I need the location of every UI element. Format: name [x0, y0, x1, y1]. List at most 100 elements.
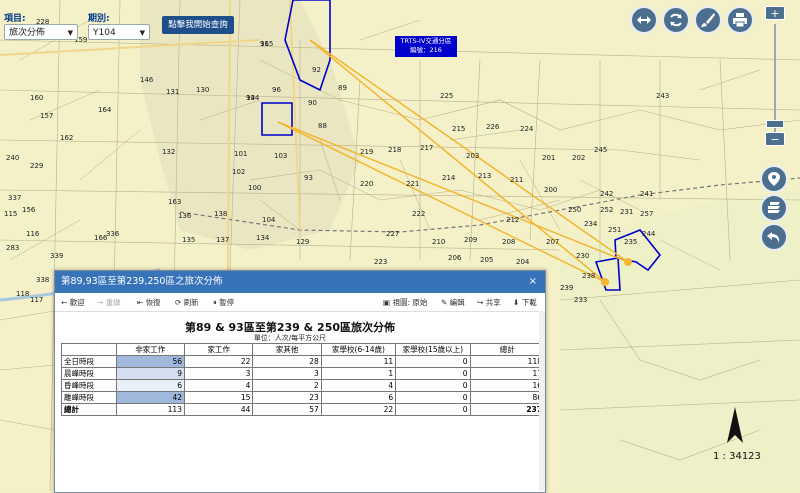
report-toolbar: ← 歡迎 → 重做 ⇤ 恢復 ⟳ 刷新 ⏸ 暫停 ▣ 視圖: 原始 ✎ 編輯 ↪… [55, 293, 545, 312]
zone-label: 146 [140, 76, 154, 84]
table-cell: 28 [252, 355, 322, 368]
zoom-slider[interactable]: + − [765, 6, 785, 146]
zone-label: 215 [452, 125, 465, 133]
back-button[interactable]: ← 歡迎 [61, 297, 85, 308]
table-column-header: 家學校(6-14歲) [320, 343, 397, 356]
share-button[interactable]: ↪ 共享 [477, 297, 501, 308]
zone-label: 104 [262, 216, 276, 224]
zone-label: 89 [338, 84, 347, 92]
table-cell: 0 [395, 391, 471, 404]
table-row: 晨峰時段 9 3 3 1 0 17 [61, 367, 546, 380]
zone-label: 160 [30, 94, 43, 102]
zone-label: 252 [600, 206, 613, 214]
table-cell: 0 [395, 355, 471, 368]
table-row: 總計 113 44 57 22 0 237 [61, 403, 546, 416]
zone-label: 235 [624, 238, 637, 246]
location-pin-icon [768, 172, 780, 186]
dialog-scrollbar[interactable] [539, 311, 545, 491]
restore-button[interactable]: ⇤ 恢復 [137, 297, 161, 308]
download-button[interactable]: ⬇ 下載 [513, 297, 537, 308]
undo-button[interactable] [760, 223, 788, 251]
layers-icon [768, 202, 780, 213]
zone-label: 250 [568, 206, 581, 214]
view-button[interactable]: ▣ 視圖: 原始 [383, 297, 427, 308]
table-row: 全日時段 56 22 28 11 0 118 [61, 355, 546, 368]
zone-label: 243 [656, 92, 669, 100]
table-cell: 57 [252, 403, 322, 416]
zone-label: 337 [8, 194, 21, 202]
zone-label: 233 [574, 296, 587, 304]
zone-label: 135 [182, 236, 195, 244]
arrow-right-icon: → [97, 298, 104, 307]
print-button[interactable] [726, 6, 754, 34]
map-scale: 1 : 34123 [713, 451, 761, 462]
start-query-button[interactable]: 點擊我開始查詢 [162, 16, 234, 34]
refresh-report-button[interactable]: ⟳ 刷新 [175, 297, 199, 308]
zone-label: 227 [386, 230, 399, 238]
undo-icon [767, 232, 780, 243]
row-label: 全日時段 [61, 355, 117, 368]
zone-label: 207 [546, 238, 559, 246]
zone-label: 162 [60, 134, 73, 142]
row-label: 晨峰時段 [61, 367, 117, 380]
table-cell: 0 [395, 403, 471, 416]
zone-label: 166 [94, 234, 108, 242]
table-row: 離峰時段 42 15 23 6 0 86 [61, 391, 546, 404]
zoom-track[interactable] [774, 24, 776, 132]
swap-button[interactable] [630, 6, 658, 34]
od-distribution-dialog[interactable]: 第89,93區至第239,250區之旅次分佈 × ← 歡迎 → 重做 ⇤ 恢復 … [54, 270, 546, 493]
zone-label: 116 [26, 230, 40, 238]
zoom-in-button[interactable]: + [765, 6, 785, 20]
item-select[interactable]: 旅次分佈 ▼ [4, 24, 78, 40]
zone-label: 225 [440, 92, 453, 100]
brush-button[interactable] [694, 6, 722, 34]
table-cell: 113 [115, 403, 185, 416]
zone-label: 101 [234, 150, 247, 158]
arrow-left-icon: ← [61, 298, 68, 307]
zone-label: 241 [640, 190, 653, 198]
locate-button[interactable] [760, 165, 788, 193]
table-cell: 118 [469, 355, 546, 368]
zone-label: 257 [640, 210, 653, 218]
zoom-out-button[interactable]: − [765, 132, 785, 146]
zone-label: 202 [572, 154, 585, 162]
table-cell: 42 [115, 391, 185, 404]
pause-button[interactable]: ⏸ 暫停 [213, 297, 234, 308]
zone-label: 231 [620, 208, 633, 216]
restore-icon: ⇤ [137, 298, 144, 307]
zone-label: 230 [576, 252, 589, 260]
forward-button[interactable]: → 重做 [97, 297, 121, 308]
item-label: 項目: [4, 14, 26, 24]
zone-label: 220 [360, 180, 373, 188]
zone-label: 219 [360, 148, 373, 156]
table-column-header [61, 343, 117, 356]
zone-label: 245 [594, 146, 607, 154]
zone-label: 92 [312, 66, 321, 74]
table-row: 昏峰時段 6 4 2 4 0 16 [61, 379, 546, 392]
view-icon: ▣ [383, 298, 391, 307]
zone-label: 338 [36, 276, 49, 284]
table-cell: 56 [115, 355, 185, 368]
refresh-icon [670, 13, 682, 27]
zoom-thumb[interactable] [766, 120, 784, 128]
edit-button[interactable]: ✎ 編輯 [441, 297, 465, 308]
table-cell: 3 [183, 367, 254, 380]
zone-label: 115 [4, 210, 17, 218]
zone-label: 163 [168, 198, 181, 206]
row-label: 離峰時段 [61, 391, 117, 404]
zone-label: 224 [520, 125, 534, 133]
zone-label: 210 [432, 238, 445, 246]
refresh-button[interactable] [662, 6, 690, 34]
zone-label: 211 [510, 176, 523, 184]
close-icon[interactable]: × [529, 271, 537, 293]
zone-label: 214 [442, 174, 456, 182]
zone-label: 88 [318, 122, 327, 130]
zone-label: 201 [542, 154, 555, 162]
period-select[interactable]: Y104 ▼ [88, 24, 150, 40]
table-column-header: 家工作 [183, 343, 254, 356]
layers-button[interactable] [760, 194, 788, 222]
zone-label: 240 [6, 154, 19, 162]
swap-icon [637, 16, 651, 24]
table-cell: 44 [183, 403, 254, 416]
dialog-title-bar[interactable]: 第89,93區至第239,250區之旅次分佈 × [55, 271, 545, 293]
